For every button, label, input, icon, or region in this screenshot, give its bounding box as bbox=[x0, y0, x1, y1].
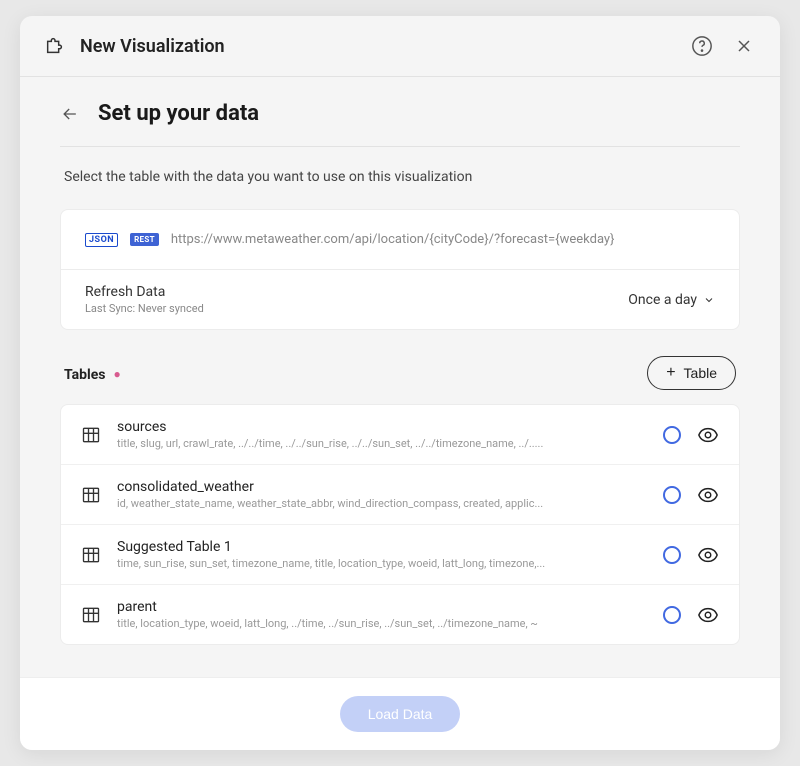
last-sync-label: Last Sync: Never synced bbox=[85, 302, 204, 315]
step-description: Select the table with the data you want … bbox=[60, 169, 740, 185]
table-row[interactable]: consolidated_weather id, weather_state_n… bbox=[61, 465, 739, 525]
modal-content: Set up your data Select the table with t… bbox=[20, 77, 780, 677]
datasource-card: JSON REST https://www.metaweather.com/ap… bbox=[60, 209, 740, 330]
table-name: Suggested Table 1 bbox=[117, 539, 647, 555]
puzzle-icon bbox=[44, 35, 66, 57]
datasource-url: https://www.metaweather.com/api/location… bbox=[171, 232, 615, 247]
table-columns: title, location_type, woeid, latt_long, … bbox=[117, 617, 647, 630]
table-radio[interactable] bbox=[663, 546, 681, 564]
modal-footer: Load Data bbox=[20, 677, 780, 750]
table-columns: id, weather_state_name, weather_state_ab… bbox=[117, 497, 647, 510]
table-info: Suggested Table 1 time, sun_rise, sun_se… bbox=[117, 539, 647, 570]
close-button[interactable] bbox=[732, 34, 756, 58]
json-badge: JSON bbox=[85, 233, 118, 247]
refresh-frequency-select[interactable]: Once a day bbox=[628, 292, 715, 308]
close-icon bbox=[734, 36, 754, 56]
tables-header: Tables ● + Table bbox=[60, 356, 740, 390]
table-radio[interactable] bbox=[663, 606, 681, 624]
rest-badge: REST bbox=[130, 233, 159, 246]
table-icon bbox=[81, 425, 101, 445]
datasource-row: JSON REST https://www.metaweather.com/ap… bbox=[61, 210, 739, 269]
header-actions bbox=[690, 34, 756, 58]
refresh-frequency-value: Once a day bbox=[628, 292, 697, 308]
table-row[interactable]: Suggested Table 1 time, sun_rise, sun_se… bbox=[61, 525, 739, 585]
table-list: sources title, slug, url, crawl_rate, ..… bbox=[60, 404, 740, 645]
preview-button[interactable] bbox=[697, 484, 719, 506]
help-button[interactable] bbox=[690, 34, 714, 58]
step-header: Set up your data bbox=[60, 101, 740, 147]
load-data-button[interactable]: Load Data bbox=[340, 696, 461, 732]
step-title: Set up your data bbox=[98, 101, 259, 126]
table-info: sources title, slug, url, crawl_rate, ..… bbox=[117, 419, 647, 450]
table-name: parent bbox=[117, 599, 647, 615]
table-name: sources bbox=[117, 419, 647, 435]
table-info: consolidated_weather id, weather_state_n… bbox=[117, 479, 647, 510]
table-row[interactable]: parent title, location_type, woeid, latt… bbox=[61, 585, 739, 644]
modal-title: New Visualization bbox=[80, 36, 690, 57]
chevron-down-icon bbox=[703, 294, 715, 306]
table-name: consolidated_weather bbox=[117, 479, 647, 495]
plus-icon: + bbox=[666, 365, 675, 381]
table-row[interactable]: sources title, slug, url, crawl_rate, ..… bbox=[61, 405, 739, 465]
add-table-label: Table bbox=[684, 365, 717, 381]
table-icon bbox=[81, 605, 101, 625]
table-icon bbox=[81, 545, 101, 565]
refresh-row: Refresh Data Last Sync: Never synced Onc… bbox=[61, 269, 739, 329]
tables-label: Tables bbox=[64, 367, 105, 383]
help-icon bbox=[691, 35, 713, 57]
preview-button[interactable] bbox=[697, 424, 719, 446]
new-visualization-modal: New Visualization Set up your data bbox=[20, 16, 780, 750]
table-info: parent title, location_type, woeid, latt… bbox=[117, 599, 647, 630]
table-radio[interactable] bbox=[663, 426, 681, 444]
preview-button[interactable] bbox=[697, 544, 719, 566]
table-columns: title, slug, url, crawl_rate, ../../time… bbox=[117, 437, 647, 450]
preview-button[interactable] bbox=[697, 604, 719, 626]
modal-header: New Visualization bbox=[20, 16, 780, 77]
add-table-button[interactable]: + Table bbox=[647, 356, 736, 390]
refresh-label: Refresh Data bbox=[85, 284, 204, 300]
required-dot: ● bbox=[113, 367, 120, 381]
table-columns: time, sun_rise, sun_set, timezone_name, … bbox=[117, 557, 647, 570]
refresh-info: Refresh Data Last Sync: Never synced bbox=[85, 284, 204, 315]
back-button[interactable] bbox=[60, 104, 80, 124]
table-icon bbox=[81, 485, 101, 505]
tables-label-wrap: Tables ● bbox=[64, 364, 121, 383]
table-radio[interactable] bbox=[663, 486, 681, 504]
